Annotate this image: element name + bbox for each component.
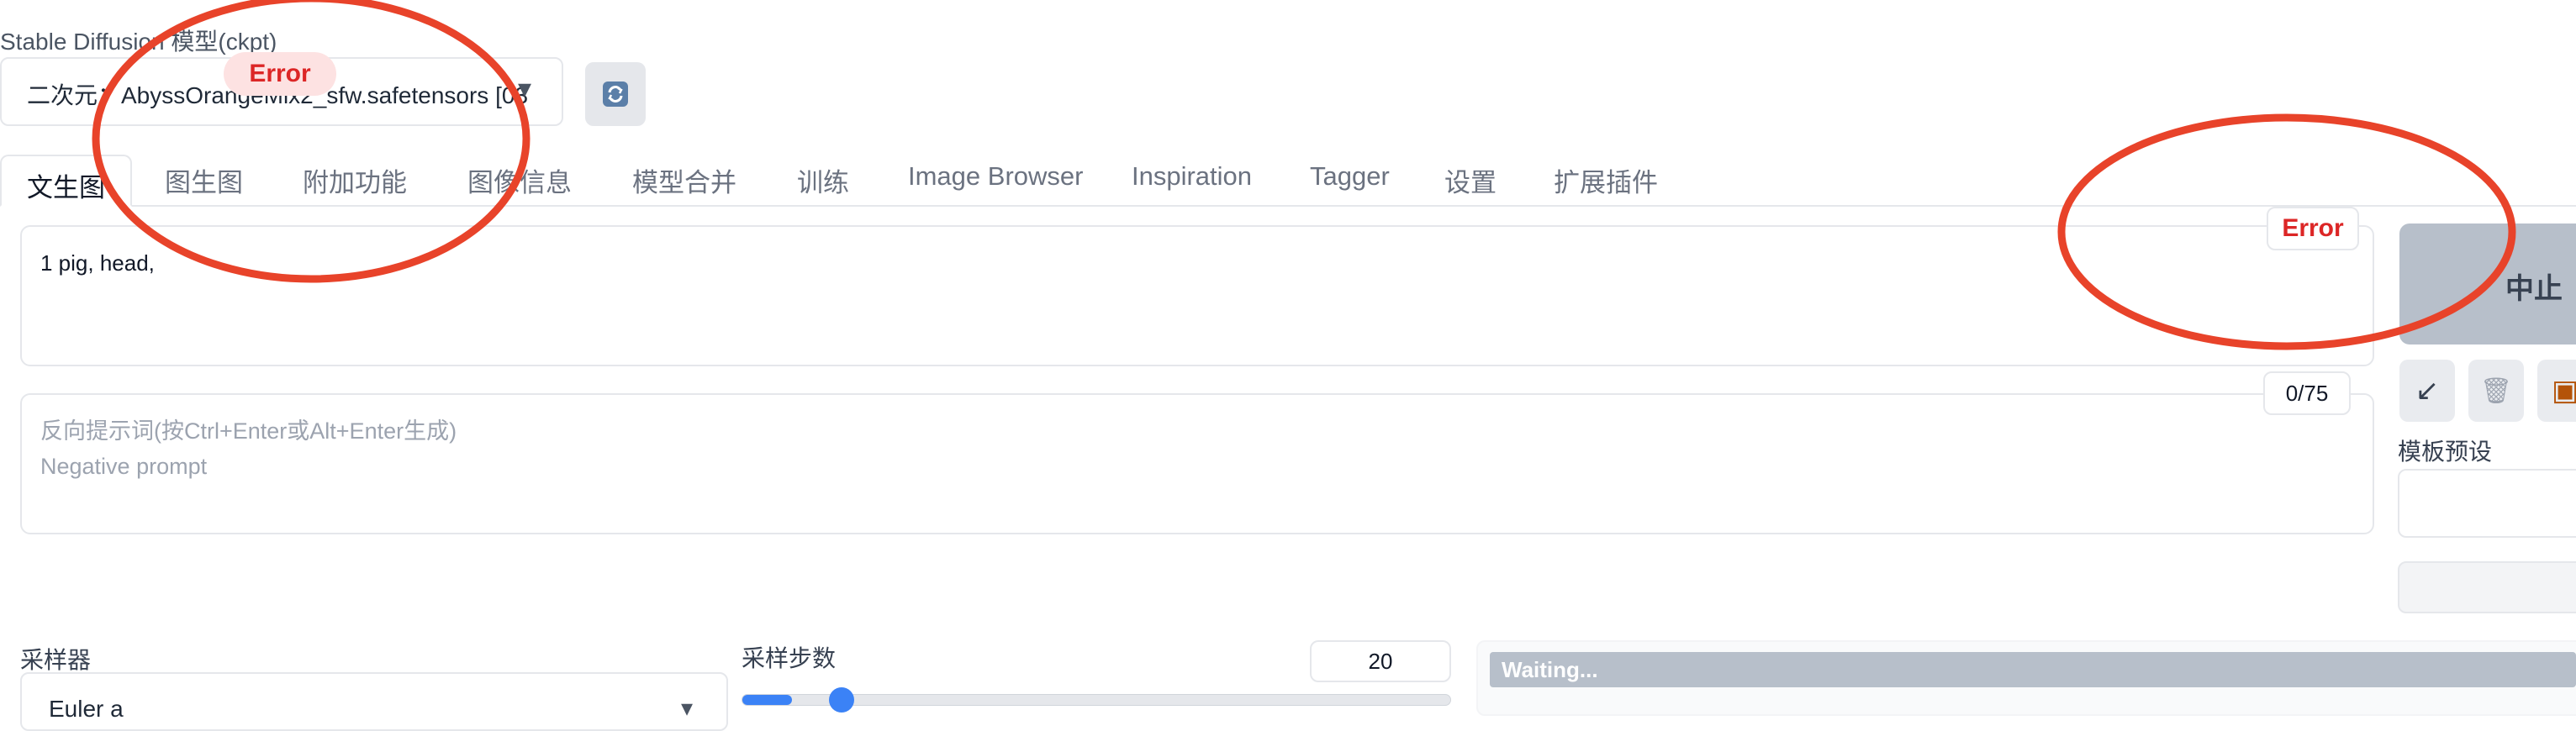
steps-slider-thumb[interactable] — [829, 687, 854, 713]
model-error-badge: Error — [224, 52, 336, 96]
steps-label: 采样步数 — [742, 645, 837, 671]
tab-image-browser[interactable]: Image Browser — [908, 161, 1083, 205]
stop-button-label: 中止 — [2505, 273, 2563, 305]
sampler-label: 采样器 — [20, 647, 92, 673]
sampler-select[interactable]: Euler a ▾ — [20, 672, 728, 731]
tab-extensions[interactable]: 扩展插件 — [1554, 161, 1658, 205]
paste-params-button[interactable]: ↙ — [2399, 360, 2455, 422]
refresh-model-button[interactable] — [585, 62, 646, 126]
negative-prompt-placeholder: 反向提示词(按Ctrl+Enter或Alt+Enter生成) Negative … — [40, 413, 457, 484]
negative-prompt-placeholder-line1: 反向提示词(按Ctrl+Enter或Alt+Enter生成) — [40, 418, 457, 444]
tab-train[interactable]: 训练 — [797, 161, 849, 205]
sampler-value: Euler a — [49, 696, 124, 722]
chevron-down-icon: ▾ — [680, 695, 693, 721]
clear-prompt-button[interactable]: 🗑 — [2468, 360, 2524, 422]
refresh-icon — [603, 82, 628, 107]
image-icon: ▣ — [2551, 375, 2576, 407]
steps-number-input[interactable]: 20 — [1310, 640, 1451, 682]
progress-status-bar: Waiting... — [1490, 652, 2576, 687]
trash-icon: 🗑 — [2479, 376, 2513, 405]
extra-networks-button[interactable]: ▣ — [2537, 360, 2576, 422]
tab-inspiration[interactable]: Inspiration — [1132, 161, 1252, 205]
tab-png-info[interactable]: 图像信息 — [467, 161, 572, 205]
tab-img2img[interactable]: 图生图 — [165, 161, 243, 205]
styles-select[interactable] — [2398, 469, 2576, 538]
negative-prompt-textarea[interactable]: 反向提示词(按Ctrl+Enter或Alt+Enter生成) Negative … — [20, 393, 2374, 534]
prompt-text: 1 pig, head, — [40, 250, 155, 276]
tab-checkpoint-merger[interactable]: 模型合并 — [632, 161, 736, 205]
apply-styles-button[interactable] — [2398, 561, 2576, 613]
stop-button[interactable]: 中止 — [2399, 224, 2576, 344]
tab-settings[interactable]: 设置 — [1444, 161, 1497, 205]
tab-tagger[interactable]: Tagger — [1310, 161, 1390, 205]
tab-txt2img[interactable]: 文生图 — [0, 155, 132, 207]
chevron-down-icon: ▾ — [517, 73, 531, 103]
negative-prompt-token-counter: 0/75 — [2263, 371, 2351, 415]
prompt-textarea[interactable]: 1 pig, head, — [20, 225, 2374, 366]
tab-extras[interactable]: 附加功能 — [303, 161, 407, 205]
steps-slider-fill — [742, 695, 792, 705]
negative-prompt-placeholder-line2: Negative prompt — [40, 454, 208, 479]
styles-label: 模板预设 — [2398, 439, 2493, 465]
prompt-token-counter: Error — [2267, 207, 2359, 250]
model-label: Stable Diffusion 模型(ckpt) — [0, 29, 277, 55]
arrow-down-left-icon: ↙ — [2415, 375, 2440, 407]
tab-bar-divider — [0, 205, 2576, 207]
